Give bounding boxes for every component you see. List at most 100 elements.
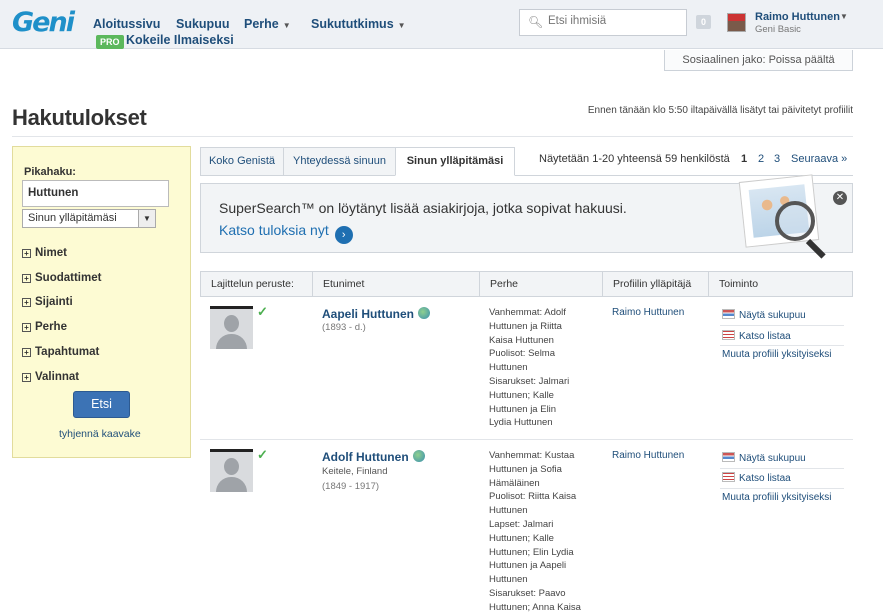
action-label: Näytä sukupuu bbox=[739, 310, 806, 321]
geni-logo[interactable]: Geni bbox=[12, 7, 75, 38]
nav-family-tree-label: Sukupuu bbox=[176, 17, 230, 31]
col-family: Perhe bbox=[480, 272, 603, 296]
filter-section-filters[interactable]: + Suodattimet bbox=[22, 272, 101, 284]
view-tree-link[interactable]: Näytä sukupuu bbox=[722, 452, 806, 464]
pro-badge: PRO bbox=[96, 35, 124, 49]
nav-home-label: Aloitussivu bbox=[93, 17, 161, 31]
family-line: Huttunen ja Sofia bbox=[489, 463, 562, 475]
nav-family-tree[interactable]: Sukupuu bbox=[176, 17, 229, 31]
tab-connected-to-you[interactable]: Yhteydessä sinuun bbox=[283, 147, 396, 176]
nav-genealogy-menu[interactable]: Sukututkimus ▼ bbox=[311, 17, 406, 31]
profile-manager-link[interactable]: Raimo Huttunen bbox=[612, 450, 684, 461]
close-icon[interactable]: ✕ bbox=[833, 191, 847, 205]
page-1[interactable]: 1 bbox=[741, 153, 747, 165]
family-line: Kaisa Huttunen bbox=[489, 334, 554, 346]
chevron-down-icon[interactable]: ▼ bbox=[840, 12, 848, 21]
profile-name-link[interactable]: Aapeli Huttunen bbox=[322, 307, 430, 321]
list-icon bbox=[722, 330, 735, 340]
make-private-link[interactable]: Muuta profiili yksityiseksi bbox=[722, 492, 831, 503]
filter-section-family[interactable]: + Perhe bbox=[22, 321, 67, 333]
notification-count-badge[interactable]: 0 bbox=[696, 15, 711, 29]
promo-link-label: Katso tuloksia nyt bbox=[219, 222, 329, 238]
divider bbox=[720, 468, 844, 469]
family-line: Huttunen ja Aapeli bbox=[489, 560, 567, 572]
action-label: Katso listaa bbox=[739, 473, 791, 484]
filter-section-events[interactable]: + Tapahtumat bbox=[22, 346, 99, 358]
promo-see-results-link[interactable]: Katso tuloksia nyt › bbox=[219, 222, 353, 244]
family-line: Huttunen ja Riitta bbox=[489, 320, 562, 332]
page-3[interactable]: 3 bbox=[774, 153, 780, 165]
profile-name: Adolf Huttunen bbox=[322, 450, 409, 464]
profile-name-link[interactable]: Adolf Huttunen bbox=[322, 450, 425, 464]
try-free-link[interactable]: Kokeile Ilmaiseksi bbox=[126, 33, 234, 47]
page-2[interactable]: 2 bbox=[758, 153, 764, 165]
avatar[interactable] bbox=[727, 13, 746, 32]
people-search-input[interactable] bbox=[548, 15, 678, 27]
quick-search-input[interactable]: Huttunen bbox=[22, 180, 169, 207]
filter-section-names[interactable]: + Nimet bbox=[22, 247, 67, 259]
family-line: Huttunen; Elin Lydia bbox=[489, 546, 574, 558]
tree-icon bbox=[722, 452, 735, 462]
nav-family-menu[interactable]: Perhe ▼ bbox=[244, 17, 291, 31]
user-plan-label: Geni Basic bbox=[755, 24, 801, 35]
updated-profiles-note: Ennen tänään klo 5:50 iltapäivällä lisät… bbox=[587, 105, 853, 116]
filter-section-options[interactable]: + Valinnat bbox=[22, 371, 79, 383]
col-profile-manager: Profiilin ylläpitäjä bbox=[603, 272, 709, 296]
section-label: Tapahtumat bbox=[35, 346, 100, 358]
search-button[interactable]: Etsi bbox=[73, 391, 130, 418]
view-tree-link[interactable]: Näytä sukupuu bbox=[722, 309, 806, 321]
expand-icon: + bbox=[22, 323, 31, 332]
chevron-down-icon: ▼ bbox=[138, 210, 155, 227]
section-label: Valinnat bbox=[35, 371, 80, 383]
people-search-box[interactable]: 🔍︎ bbox=[519, 9, 687, 36]
chevron-down-icon: ▼ bbox=[397, 21, 406, 30]
scope-select-value: Sinun ylläpitämäsi bbox=[28, 212, 117, 224]
section-label: Sijainti bbox=[35, 296, 73, 308]
nav-genealogy-label: Sukututkimus bbox=[311, 17, 394, 31]
family-line: Huttunen bbox=[489, 505, 528, 517]
action-label: Katso listaa bbox=[739, 331, 791, 342]
row-divider bbox=[200, 439, 853, 440]
nav-family-label: Perhe bbox=[244, 17, 279, 31]
make-private-link[interactable]: Muuta profiili yksityiseksi bbox=[722, 349, 831, 360]
family-line: Huttunen; Anna Kaisa bbox=[489, 601, 581, 613]
paging-summary: Näytetään 1-20 yhteensä 59 henkilöstä bbox=[539, 153, 730, 165]
section-label: Perhe bbox=[35, 321, 67, 333]
tab-all-geni[interactable]: Koko Genistä bbox=[200, 147, 284, 176]
action-label: Näytä sukupuu bbox=[739, 453, 806, 464]
social-sharing-toggle[interactable]: Sosiaalinen jako: Poissa päältä bbox=[664, 50, 853, 71]
checkmark-icon: ✓ bbox=[257, 447, 268, 462]
family-line: Huttunen ja Elin bbox=[489, 403, 557, 415]
scope-select[interactable]: Sinun ylläpitämäsi ▼ bbox=[22, 209, 156, 228]
tab-managed-by-you[interactable]: Sinun ylläpitämäsi bbox=[395, 147, 515, 176]
results-tabs: Koko Genistä Yhteydessä sinuun Sinun yll… bbox=[200, 147, 853, 176]
family-info: Vanhemmat: Adolf Huttunen ja Riitta Kais… bbox=[489, 306, 585, 430]
family-line: Puolisot: Selma bbox=[489, 348, 556, 360]
magnifier-handle bbox=[805, 238, 826, 259]
section-label: Nimet bbox=[35, 247, 67, 259]
family-line: Huttunen; Kalle bbox=[489, 389, 554, 401]
profile-name: Aapeli Huttunen bbox=[322, 307, 414, 321]
nav-home[interactable]: Aloitussivu bbox=[93, 17, 160, 31]
family-line: Sisarukset: Paavo bbox=[489, 587, 566, 599]
checkmark-icon: ✓ bbox=[257, 304, 268, 319]
col-sort-by[interactable]: Lajittelun peruste: bbox=[201, 272, 313, 296]
family-line: Lydia Huttunen bbox=[489, 417, 553, 429]
top-navigation-bar: Geni Aloitussivu Sukupuu Perhe ▼ Sukututk… bbox=[0, 0, 883, 49]
profile-manager-link[interactable]: Raimo Huttunen bbox=[612, 307, 684, 318]
clear-form-link[interactable]: tyhjennä kaavake bbox=[59, 428, 141, 440]
col-first-names[interactable]: Etunimet bbox=[313, 272, 480, 296]
profile-photo-placeholder[interactable] bbox=[210, 449, 253, 492]
view-list-link[interactable]: Katso listaa bbox=[722, 330, 791, 342]
filter-section-location[interactable]: + Sijainti bbox=[22, 296, 73, 308]
family-line: Sisarukset: Jalmari bbox=[489, 375, 570, 387]
family-line: Hämäläinen bbox=[489, 477, 540, 489]
family-line: Lapset: Jalmari bbox=[489, 518, 554, 530]
profile-photo-placeholder[interactable] bbox=[210, 306, 253, 349]
chevron-down-icon: ▼ bbox=[282, 21, 291, 30]
next-page-link[interactable]: Seuraava » bbox=[791, 153, 847, 165]
family-info: Vanhemmat: Kustaa Huttunen ja Sofia Hämä… bbox=[489, 449, 585, 615]
user-name-link[interactable]: Raimo Huttunen bbox=[755, 11, 840, 23]
family-line: Vanhemmat: Kustaa bbox=[489, 450, 575, 461]
view-list-link[interactable]: Katso listaa bbox=[722, 472, 791, 484]
